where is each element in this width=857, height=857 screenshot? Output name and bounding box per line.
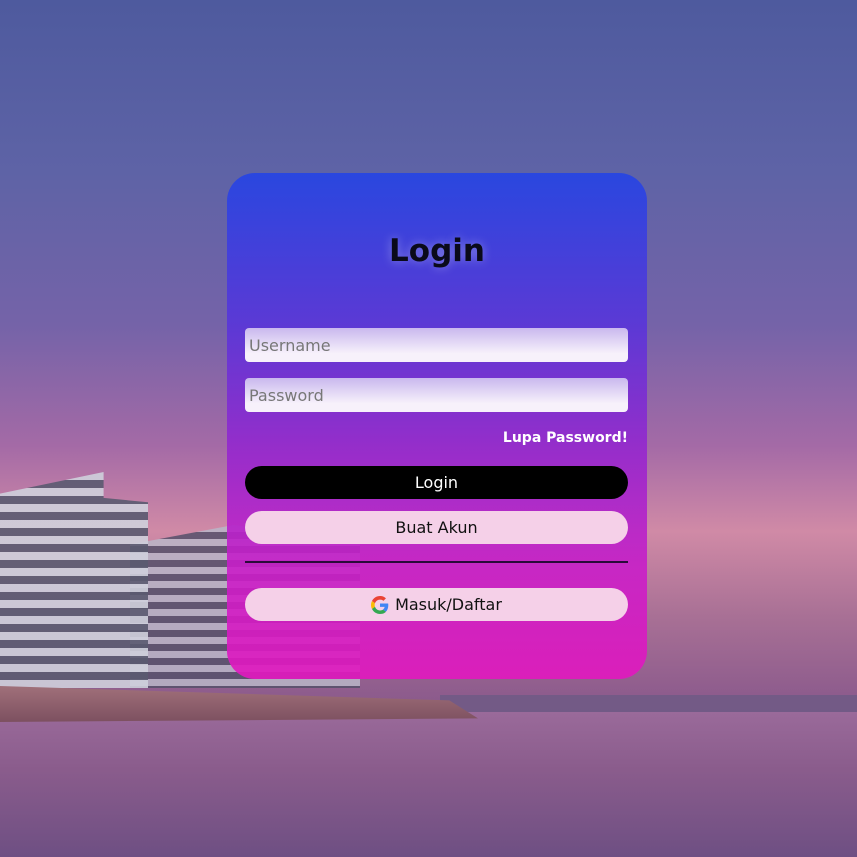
background-building — [0, 472, 148, 688]
google-login-button[interactable]: Masuk/Daftar — [245, 588, 628, 621]
register-button-label: Buat Akun — [395, 518, 478, 537]
login-card: Login Lupa Password! Login Buat Akun Mas… — [227, 173, 647, 679]
login-button-label: Login — [414, 473, 459, 492]
google-button-label: Masuk/Daftar — [395, 595, 502, 614]
password-input[interactable] — [245, 378, 628, 412]
divider — [245, 561, 628, 563]
login-button[interactable]: Login — [245, 466, 628, 499]
register-button[interactable]: Buat Akun — [245, 511, 628, 544]
username-input[interactable] — [245, 328, 628, 362]
background-quay — [0, 686, 478, 722]
google-icon — [371, 595, 389, 614]
background-horizon — [440, 695, 857, 713]
forgot-password-link[interactable]: Lupa Password! — [503, 430, 628, 446]
background-water — [0, 712, 857, 857]
page-title: Login — [389, 233, 485, 269]
